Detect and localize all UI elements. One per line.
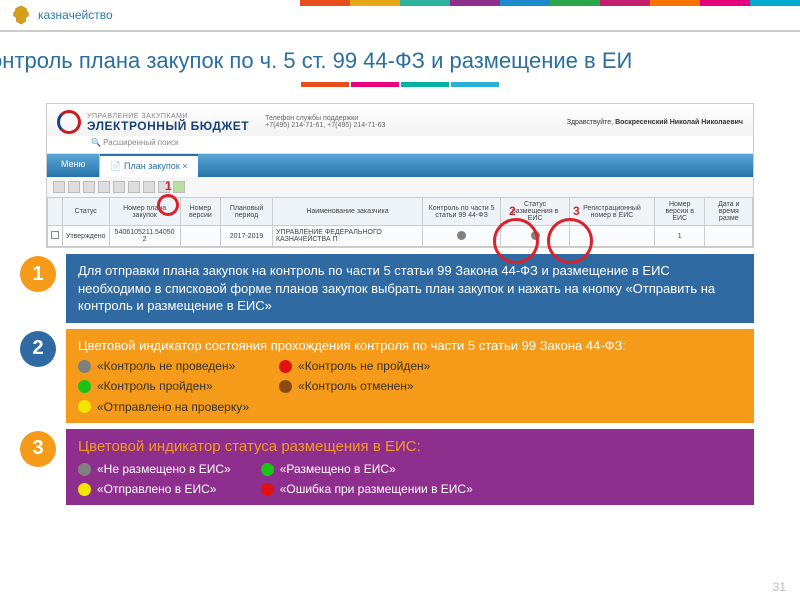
col-period: Плановый период — [221, 198, 273, 226]
legend-label: «Отправлено на проверку» — [97, 399, 249, 415]
status-dot-icon — [279, 360, 292, 373]
app-phone: Телефон службы поддержки +7(495) 214-71-… — [265, 115, 385, 129]
step-2-body: Цветовой индикатор состояния прохождения… — [66, 329, 754, 423]
legend-item: «Контроль не проведен» — [78, 358, 249, 374]
legend-label: «Отправлено в ЕИС» — [97, 481, 216, 497]
toolbar-btn[interactable] — [128, 181, 140, 193]
annotation-circle-1 — [157, 194, 179, 216]
toolbar-send-to-eis[interactable] — [173, 181, 185, 193]
step-number: 1 — [20, 256, 56, 292]
status-dot-icon — [78, 463, 91, 476]
status-dot-icon — [261, 463, 274, 476]
annotation-number-1: 1 — [165, 179, 172, 193]
step-2: 2 Цветовой индикатор состояния прохожден… — [20, 329, 754, 423]
legend-label: «Размещено в ЕИС» — [280, 461, 396, 477]
annotation-circle-2 — [493, 218, 539, 264]
step-1: 1 Для отправки плана закупок на контроль… — [20, 254, 754, 323]
step-3-body: Цветовой индикатор статуса размещения в … — [66, 429, 754, 506]
page-title: онтроль плана закупок по ч. 5 ст. 99 44-… — [0, 48, 800, 74]
legend-item: «Размещено в ЕИС» — [261, 461, 473, 477]
annotation-circle-3 — [547, 218, 593, 264]
legend-label: «Контроль отменен» — [298, 378, 414, 394]
coat-of-arms-icon — [10, 4, 32, 26]
legend-item: «Отправлено в ЕИС» — [78, 481, 231, 497]
embedded-screenshot: УПРАВЛЕНИЕ ЗАКУПКАМИ ЭЛЕКТРОННЫЙ БЮДЖЕТ … — [46, 103, 754, 248]
app-search[interactable]: 🔍 Расширенный поиск — [47, 136, 753, 154]
rainbow-bar — [300, 0, 800, 6]
legend-label: «Контроль не проведен» — [97, 358, 235, 374]
status-dot-icon — [78, 400, 91, 413]
toolbar-btn[interactable] — [83, 181, 95, 193]
legend-item: «Не размещено в ЕИС» — [78, 461, 231, 477]
legend-label: «Не размещено в ЕИС» — [97, 461, 231, 477]
toolbar-btn[interactable] — [68, 181, 80, 193]
step-number: 3 — [20, 431, 56, 467]
legend-item: «Контроль пройден» — [78, 378, 249, 394]
legend-item: «Ошибка при размещении в ЕИС» — [261, 481, 473, 497]
toolbar-btn[interactable] — [53, 181, 65, 193]
status-dot-icon — [78, 360, 91, 373]
legend-label: «Контроль пройден» — [97, 378, 213, 394]
toolbar-btn[interactable] — [143, 181, 155, 193]
step-2-title: Цветовой индикатор состояния прохождения… — [78, 337, 742, 355]
status-dot-icon — [261, 483, 274, 496]
app-logo-icon — [57, 110, 81, 134]
menu-button[interactable]: Меню — [47, 154, 100, 177]
step-1-body: Для отправки плана закупок на контроль п… — [66, 254, 754, 323]
annotation-number-3: 3 — [573, 204, 580, 218]
page-number: 31 — [773, 580, 786, 594]
status-dot-icon — [78, 380, 91, 393]
col-status: Статус — [63, 198, 110, 226]
status-dot-icon — [78, 483, 91, 496]
step-3-title: Цветовой индикатор статуса размещения в … — [78, 437, 742, 457]
step-3: 3 Цветовой индикатор статуса размещения … — [20, 429, 754, 506]
app-toolbar — [47, 177, 753, 197]
annotation-number-2: 2 — [509, 204, 516, 218]
col-date: Дата и время разме — [705, 198, 753, 226]
col-ver: Номер версии — [180, 198, 220, 226]
toolbar-btn[interactable] — [113, 181, 125, 193]
legend-item: «Контроль не пройден» — [279, 358, 430, 374]
step-number: 2 — [20, 331, 56, 367]
col-customer: Наименование заказчика — [272, 198, 422, 226]
app-title: ЭЛЕКТРОННЫЙ БЮДЖЕТ — [87, 120, 249, 132]
app-greeting: Здравствуйте, Воскресенский Николай Нико… — [567, 119, 743, 126]
legend-item: «Отправлено на проверку» — [78, 399, 249, 415]
toolbar-btn[interactable] — [98, 181, 110, 193]
legend-item: «Контроль отменен» — [279, 378, 430, 394]
legend-label: «Ошибка при размещении в ЕИС» — [280, 481, 473, 497]
plans-table: Статус Номер плана закупок Номер версии … — [47, 197, 753, 247]
mini-rainbow — [0, 82, 800, 87]
status-dot-icon — [279, 380, 292, 393]
col-eis-ver: Номер версии в ЕИС — [654, 198, 705, 226]
legend-label: «Контроль не пройден» — [298, 358, 430, 374]
tab-plan[interactable]: 📄 План закупок × — [100, 154, 197, 177]
ctrl-dot — [457, 231, 466, 240]
org-name: казначейство — [38, 8, 113, 22]
table-row[interactable]: Утверждено 5406105211.54050 2 2017-2019 … — [48, 226, 753, 247]
col-ctrl: Контроль по части 5 статьи 99 44-ФЗ — [422, 198, 500, 226]
